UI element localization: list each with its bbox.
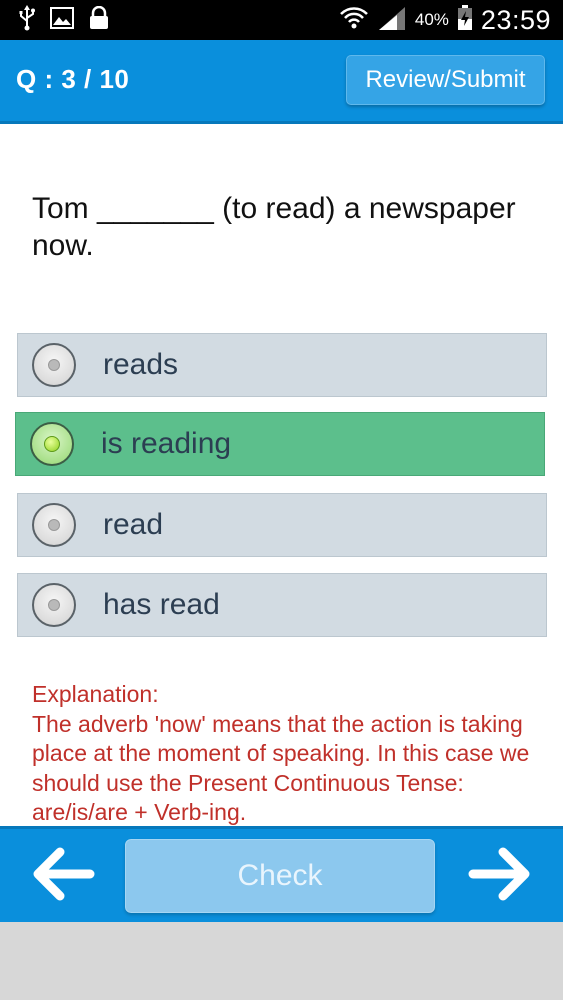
previous-question-button[interactable] [28,843,98,909]
signal-icon [377,5,407,36]
review-submit-button[interactable]: Review/Submit [346,55,545,105]
option-read[interactable]: read [17,493,547,557]
arrow-left-icon [30,846,96,907]
status-bar: 40% 23:59 [0,0,563,40]
battery-percent: 40% [414,10,449,29]
battery-icon [457,4,473,36]
radio-dot [44,436,60,452]
bottom-nav-bar: Check [0,826,563,922]
bottom-empty-area [0,922,563,1000]
radio-dot [48,599,60,611]
quiz-header: Q : 3 / 10 Review/Submit [0,40,563,124]
arrow-right-icon [467,846,533,907]
next-question-button[interactable] [465,843,535,909]
clock: 23:59 [480,4,551,35]
lock-icon [88,5,110,35]
option-label: read [103,508,164,541]
explanation-title: Explanation: [32,681,159,707]
radio-dot [48,519,60,531]
explanation: Explanation: The adverb 'now' means that… [32,680,542,828]
option-reads[interactable]: reads [17,333,547,397]
radio-button-selected[interactable] [30,422,74,466]
radio-button[interactable] [32,583,76,627]
radio-dot [48,359,60,371]
image-icon [50,6,74,34]
radio-button[interactable] [32,343,76,387]
option-label: is reading [101,427,232,460]
check-button[interactable]: Check [125,839,435,913]
option-is-reading[interactable]: is reading [15,412,545,476]
explanation-text: The adverb 'now' means that the action i… [32,710,530,826]
question-text: Tom _______ (to read) a newspaper now. [32,192,516,262]
option-label: reads [103,348,179,381]
wifi-icon [339,5,369,36]
question-counter: Q : 3 / 10 [16,64,130,94]
usb-icon [18,4,36,36]
radio-button[interactable] [32,503,76,547]
option-label: has read [103,588,220,621]
option-has-read[interactable]: has read [17,573,547,637]
